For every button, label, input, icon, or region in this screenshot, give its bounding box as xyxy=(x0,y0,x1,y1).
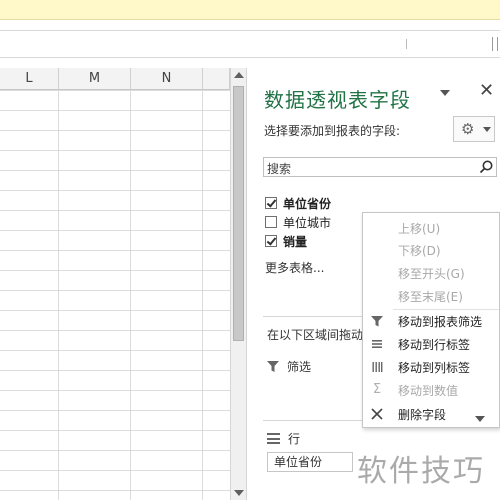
field-checkbox-city[interactable] xyxy=(265,216,277,228)
menu-item-label: 移动到数值 xyxy=(398,384,459,398)
sigma-icon: Σ xyxy=(372,382,382,397)
rows-icon xyxy=(267,433,280,444)
rows-area[interactable]: 行 xyxy=(267,430,300,447)
row-field-chip[interactable]: 单位省份 xyxy=(267,452,353,472)
menu-item-label: 移至末尾(E) xyxy=(398,290,463,304)
cell-area[interactable] xyxy=(0,90,230,500)
section-divider xyxy=(263,420,363,421)
menu-item-move-to-column-labels[interactable]: 移动到列标签 xyxy=(363,355,500,378)
column-header-n[interactable]: N xyxy=(131,68,203,90)
menu-item-label: 删除字段 xyxy=(398,408,447,422)
menu-item-label: 移动到报表筛选 xyxy=(398,315,483,329)
gear-icon: ⚙ xyxy=(461,120,475,138)
column-header-m[interactable]: M xyxy=(59,68,131,90)
columns-icon xyxy=(372,362,383,372)
field-checkbox-sales[interactable] xyxy=(265,235,277,247)
menu-item-label: 上移(U) xyxy=(398,222,441,236)
menu-item-move-to-row-labels[interactable]: 移动到行标签 xyxy=(363,332,500,355)
notification-bar xyxy=(0,0,500,20)
close-icon[interactable]: ✕ xyxy=(479,80,494,102)
scroll-down-icon[interactable] xyxy=(234,490,244,496)
pane-title: 数据透视表字段 xyxy=(264,88,411,112)
menu-item-move-down[interactable]: 下移(D) xyxy=(363,238,500,261)
search-placeholder: 搜索 xyxy=(267,162,292,176)
menu-item-label: 下移(D) xyxy=(398,244,441,258)
chevron-down-icon xyxy=(483,127,491,132)
section-divider xyxy=(263,316,363,317)
chevron-down-icon[interactable] xyxy=(475,416,485,422)
spreadsheet-grid[interactable]: L M N xyxy=(0,68,230,500)
column-header-l[interactable]: L xyxy=(0,68,59,90)
column-header-partial[interactable] xyxy=(203,68,230,90)
field-label: 单位省份 xyxy=(283,196,332,211)
filter-icon xyxy=(267,360,279,372)
field-item-province[interactable]: 单位省份 xyxy=(265,194,331,212)
menu-item-label: 移至开头(G) xyxy=(398,267,465,281)
scroll-thumb[interactable] xyxy=(233,86,244,341)
search-input[interactable]: 搜索 xyxy=(263,157,497,177)
filter-icon xyxy=(371,316,383,327)
rows-icon xyxy=(372,340,382,348)
menu-item-label: 移动到行标签 xyxy=(398,338,471,352)
pane-subtitle: 选择要添加到报表的字段: xyxy=(264,124,401,138)
search-icon[interactable] xyxy=(478,159,494,175)
watermark: 软件技巧 xyxy=(357,454,485,489)
tools-button[interactable]: ⚙ xyxy=(453,116,495,142)
menu-item-move-to-beginning[interactable]: 移至开头(G) xyxy=(363,261,500,284)
menu-item-label: 移动到列标签 xyxy=(398,361,471,375)
formula-bar[interactable] xyxy=(0,30,500,58)
vertical-scrollbar[interactable] xyxy=(230,68,247,500)
menu-item-move-up[interactable]: 上移(U) xyxy=(363,216,500,239)
menu-item-move-to-values[interactable]: Σ 移动到数值 xyxy=(363,378,500,401)
field-label: 销量 xyxy=(283,234,308,249)
formula-bar-divider xyxy=(406,39,410,49)
field-label: 单位城市 xyxy=(283,215,332,230)
scroll-up-icon[interactable] xyxy=(234,72,244,78)
field-item-sales[interactable]: 销量 xyxy=(265,232,307,250)
filters-area[interactable]: 筛选 xyxy=(267,358,311,375)
chevron-down-icon[interactable] xyxy=(440,90,450,96)
more-tables-link[interactable]: 更多表格... xyxy=(265,259,324,276)
formula-bar-expand-icon[interactable] xyxy=(492,37,498,51)
x-icon xyxy=(371,408,383,420)
rows-area-label: 行 xyxy=(288,432,301,446)
filters-area-label: 筛选 xyxy=(287,360,312,374)
field-checkbox-province[interactable] xyxy=(265,197,277,209)
field-item-city[interactable]: 单位城市 xyxy=(265,213,331,231)
menu-item-move-to-end[interactable]: 移至末尾(E) xyxy=(363,284,500,307)
menu-item-move-to-report-filter[interactable]: 移动到报表筛选 xyxy=(363,309,500,332)
field-context-menu: 上移(U) 下移(D) 移至开头(G) 移至末尾(E) 移动到报表筛选 移动到行… xyxy=(362,212,500,428)
